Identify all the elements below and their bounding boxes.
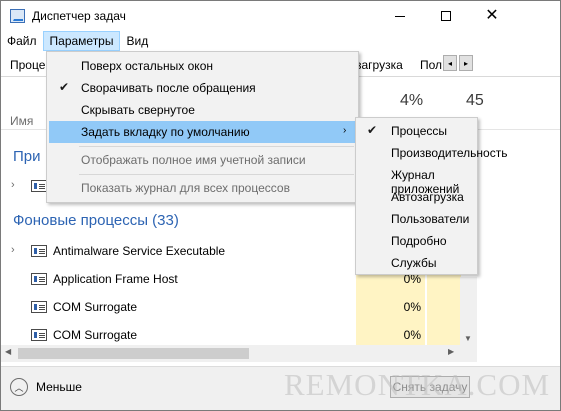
arrow-right-icon: ▸	[463, 58, 468, 68]
submenu-item-details[interactable]: Подробно	[358, 230, 477, 252]
submenu-item-performance[interactable]: Производительность	[358, 142, 507, 164]
expand-chevron-icon[interactable]: ›	[11, 244, 15, 256]
process-icon	[31, 301, 47, 313]
title-bar: Диспетчер задач ✕	[1, 1, 560, 31]
submenu-item-app-history[interactable]: Журнал приложений	[358, 164, 477, 196]
scroll-down-icon[interactable]: ▼	[464, 334, 472, 343]
minimize-button[interactable]	[377, 1, 423, 31]
scroll-right-icon[interactable]: ▶	[448, 347, 454, 356]
close-button[interactable]: ✕	[469, 1, 515, 31]
arrow-left-icon: ◂	[447, 58, 452, 68]
menu-separator	[79, 174, 354, 175]
horizontal-scroll-thumb[interactable]	[18, 348, 249, 359]
process-icon	[31, 273, 47, 285]
menu-bar: Файл Параметры Вид	[1, 31, 560, 51]
menu-item-show-history-all-processes: Показать журнал для всех процессов	[81, 181, 290, 195]
default-tab-submenu: ✔ Процессы Производительность Журнал при…	[355, 117, 507, 275]
submenu-item-services[interactable]: Службы	[358, 252, 477, 274]
options-menu: Поверх остальных окон ✔ Сворачивать посл…	[46, 51, 359, 203]
menu-separator	[79, 146, 354, 147]
menu-options[interactable]: Параметры	[42, 31, 121, 51]
menu-item-minimize-on-use[interactable]: ✔ Сворачивать после обращения	[49, 77, 356, 99]
process-icon	[31, 245, 47, 257]
process-name: COM Surrogate	[53, 328, 138, 342]
process-name: Application Frame Host	[53, 272, 178, 286]
chevron-right-icon: ›	[343, 125, 347, 136]
scroll-left-icon[interactable]: ◀	[5, 347, 11, 356]
column-cpu-header[interactable]: 4%	[400, 92, 423, 110]
process-name: COM Surrogate	[53, 300, 138, 314]
maximize-button[interactable]	[423, 1, 469, 31]
submenu-item-processes[interactable]: ✔ Процессы	[358, 120, 477, 142]
horizontal-scrollbar[interactable]: ◀ ▶	[1, 345, 477, 362]
menu-file[interactable]: Файл	[1, 31, 43, 51]
expand-chevron-icon[interactable]: ›	[11, 179, 15, 191]
tab-scroll-right-button[interactable]: ▸	[459, 55, 473, 71]
task-manager-window: Диспетчер задач ✕ Файл Параметры Вид Про…	[0, 0, 561, 411]
tab-startup[interactable]: загрузка	[356, 58, 403, 72]
process-name: Antimalware Service Executable	[53, 244, 226, 258]
collapse-chevron-icon[interactable]: ︿	[10, 378, 28, 396]
menu-view[interactable]: Вид	[120, 31, 154, 51]
task-manager-app-icon	[10, 9, 25, 23]
menu-item-set-default-tab[interactable]: Задать вкладку по умолчанию ›	[49, 121, 356, 143]
app-icon	[31, 180, 47, 192]
tab-users[interactable]: Пол	[420, 58, 442, 72]
maximize-icon	[441, 11, 451, 21]
tab-scroll-left-button[interactable]: ◂	[443, 55, 457, 71]
process-icon	[31, 329, 47, 341]
minimize-icon	[395, 15, 405, 17]
close-icon: ✕	[485, 7, 499, 24]
window-title: Диспетчер задач	[32, 9, 126, 23]
column-memory-header[interactable]: 45	[466, 92, 484, 110]
check-icon: ✔	[59, 80, 70, 94]
column-name-header[interactable]: Имя	[10, 114, 33, 128]
vertical-scrollbar[interactable]: ▼	[460, 277, 477, 345]
watermark: REMONTKA.COM	[284, 367, 551, 402]
check-icon: ✔	[367, 123, 378, 137]
process-cpu: 0%	[356, 296, 425, 320]
menu-item-always-on-top[interactable]: Поверх остальных окон	[49, 55, 356, 77]
section-apps: При	[13, 148, 41, 165]
fewer-details-link[interactable]: Меньше	[36, 380, 82, 394]
menu-item-hide-when-minimized[interactable]: Скрывать свернутое	[49, 99, 356, 121]
tab-processes[interactable]: Проце	[10, 58, 45, 72]
submenu-item-startup[interactable]: Автозагрузка	[358, 186, 477, 208]
section-background: Фоновые процессы (33)	[13, 212, 179, 229]
menu-item-show-full-account-name: Отображать полное имя учетной записи	[81, 153, 306, 167]
submenu-item-users[interactable]: Пользователи	[358, 208, 477, 230]
